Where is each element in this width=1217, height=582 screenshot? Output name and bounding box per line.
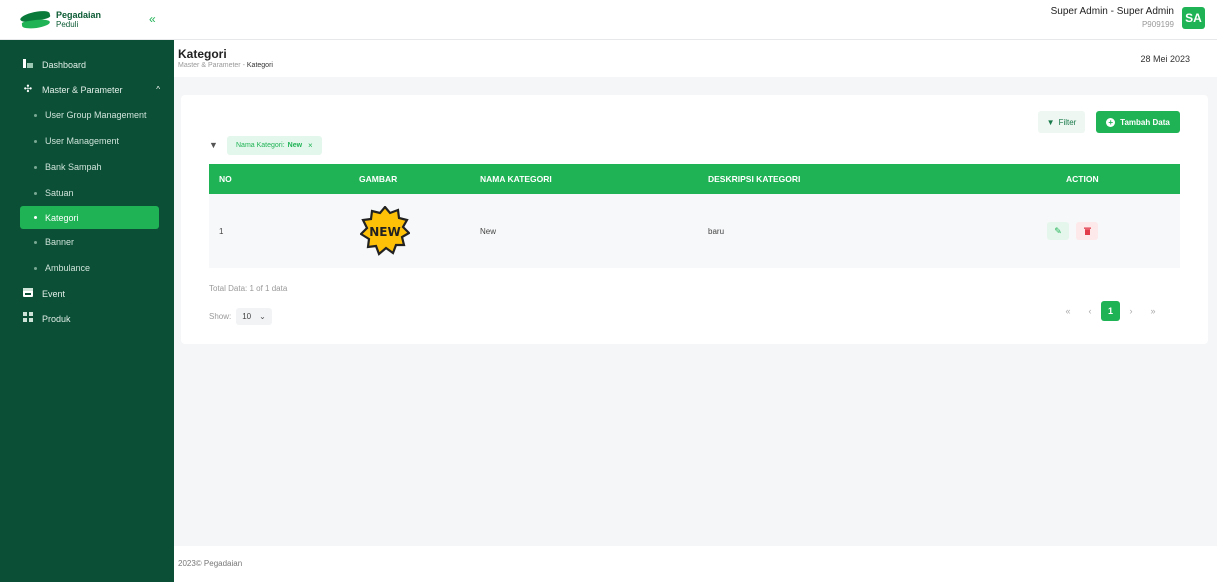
breadcrumb-current: Kategori [246, 62, 273, 69]
footer: 2023© Pegadaian [174, 546, 1217, 582]
sidebar-item-label: Master & Parameter [42, 84, 123, 95]
page-title: Kategori [178, 47, 227, 61]
cell-no: 1 [219, 226, 224, 236]
chevron-up-icon: ^ [156, 85, 160, 94]
sidebar-sub-user-group-management[interactable]: User Group Management [0, 102, 174, 128]
col-gambar: GAMBAR [359, 174, 398, 184]
brand[interactable]: Pegadaian Peduli [0, 0, 174, 40]
top-bar: Pegadaian Peduli « Super Admin - Super A… [0, 0, 1217, 40]
avatar[interactable]: SA [1182, 6, 1205, 29]
col-nama-kategori: NAMA KATEGORI [480, 174, 552, 184]
page-date: 28 Mei 2023 [1140, 54, 1190, 64]
edit-button[interactable]: ✎ [1047, 222, 1069, 240]
cell-nama-kategori: New [480, 226, 497, 236]
sidebar-sub-ambulance[interactable]: Ambulance [0, 255, 174, 281]
user-id: P909199 [1141, 20, 1174, 29]
user-menu[interactable]: Super Admin - Super Admin P909199 SA [1051, 6, 1205, 29]
grid-icon [22, 312, 34, 325]
last-page-button[interactable]: » [1142, 301, 1164, 321]
user-name: Super Admin - Super Admin [1050, 6, 1174, 17]
settings-icon: ✣ [23, 84, 33, 95]
sidebar-sub-kategori[interactable]: Kategori [20, 206, 159, 229]
sidebar-item-master-parameter[interactable]: ✣ Master & Parameter ^ [0, 77, 174, 102]
add-data-button[interactable]: + Tambah Data [1096, 111, 1180, 133]
sidebar-item-label: Produk [42, 313, 71, 324]
kategori-table: NO GAMBAR NAMA KATEGORI DESKRIPSI KATEGO… [209, 164, 1180, 268]
delete-button[interactable] [1076, 222, 1098, 240]
footer-text: 2023© Pegadaian [178, 559, 243, 568]
sidebar-item-produk[interactable]: Produk [0, 306, 174, 331]
chevron-down-icon: ⌄ [259, 312, 266, 321]
sidebar-item-dashboard[interactable]: Dashboard [0, 52, 174, 77]
breadcrumb-parent[interactable]: Master & Parameter [178, 62, 241, 69]
page-size-control: Show: 10 ⌄ [209, 308, 272, 325]
col-deskripsi-kategori: DESKRIPSI KATEGORI [708, 174, 801, 184]
sidebar-item-label: Event [42, 288, 66, 299]
pagination: « ‹ 1 › » [1057, 301, 1164, 321]
next-page-button[interactable]: › [1120, 301, 1142, 321]
first-page-button[interactable]: « [1057, 301, 1079, 321]
sidebar: Dashboard ✣ Master & Parameter ^ User Gr… [0, 40, 174, 582]
table-header: NO GAMBAR NAMA KATEGORI DESKRIPSI KATEGO… [209, 164, 1180, 194]
table-row: 1 NEW New baru ✎ [209, 194, 1180, 268]
brand-sub: Peduli [56, 20, 79, 29]
breadcrumb: Master & Parameter - Kategori [178, 62, 273, 69]
total-data: Total Data: 1 of 1 data [209, 284, 288, 293]
page-header: Kategori Master & Parameter - Kategori 2… [174, 40, 1217, 77]
filter-icon: ▼ [1046, 117, 1055, 127]
collapse-sidebar-icon[interactable]: « [149, 12, 156, 26]
sidebar-item-label: Dashboard [42, 59, 87, 70]
sidebar-sub-bank-sampah[interactable]: Bank Sampah [0, 154, 174, 180]
prev-page-button[interactable]: ‹ [1079, 301, 1101, 321]
brand-name: Pegadaian [56, 10, 102, 20]
filter-icon: ▼ [209, 140, 218, 150]
sidebar-item-event[interactable]: Event [0, 281, 174, 306]
edit-icon: ✎ [1054, 225, 1062, 236]
trash-icon [1083, 227, 1091, 235]
filter-button[interactable]: ▼ Filter [1038, 111, 1085, 133]
sidebar-sub-banner[interactable]: Banner [0, 229, 174, 255]
sidebar-sub-user-management[interactable]: User Management [0, 128, 174, 154]
chart-icon [22, 58, 34, 71]
close-icon[interactable]: × [308, 141, 313, 150]
kategori-card: ▼ Filter + Tambah Data ▼ Nama Kategori: … [181, 95, 1208, 344]
category-image: NEW [359, 205, 411, 258]
brand-logo-icon [19, 8, 51, 30]
calendar-icon [22, 287, 34, 300]
new-badge-text: NEW [369, 225, 400, 239]
col-no: NO [219, 174, 232, 184]
page-1-button[interactable]: 1 [1101, 301, 1120, 321]
col-action: ACTION [1066, 174, 1099, 184]
sidebar-sub-satuan[interactable]: Satuan [0, 180, 174, 206]
filter-chip: Nama Kategori: New × [227, 136, 322, 155]
cell-deskripsi-kategori: baru [708, 226, 725, 236]
page-size-select[interactable]: 10 ⌄ [236, 308, 272, 325]
row-actions: ✎ [1047, 222, 1098, 240]
plus-icon: + [1106, 117, 1116, 127]
